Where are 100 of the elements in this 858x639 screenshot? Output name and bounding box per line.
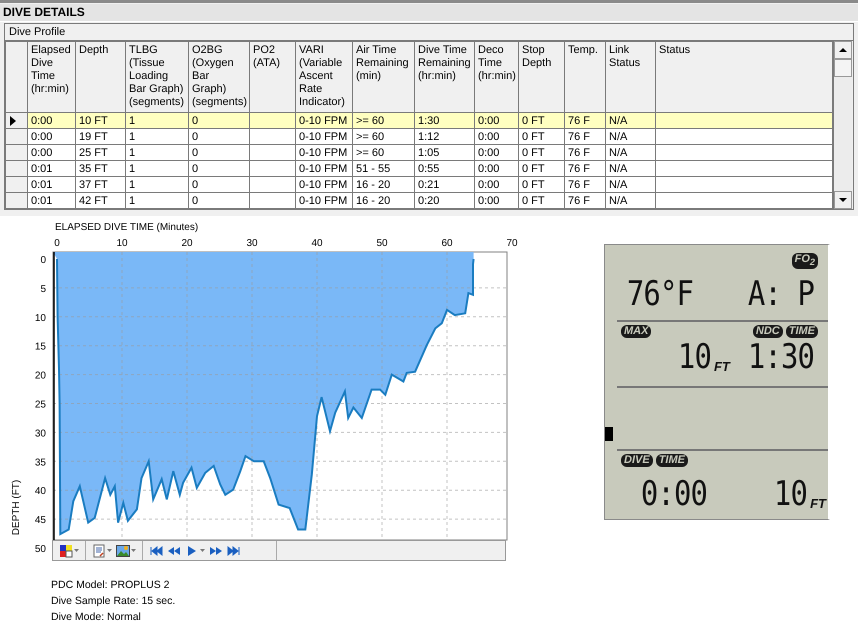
table-cell: 0:00 <box>474 176 518 192</box>
info-text: Dive Sample Rate: 15 sec. <box>51 595 176 608</box>
table-cell: 0:01 <box>28 176 76 192</box>
axis-tick-label: 50 <box>376 238 388 249</box>
table-cell: 51 - 55 <box>352 160 414 176</box>
axis-tick-label: 40 <box>34 486 46 498</box>
axis-title: DEPTH (FT) <box>11 480 22 536</box>
table-cell: 35 FT <box>76 160 126 176</box>
table-cell: >= 60 <box>352 144 414 160</box>
table-cell: N/A <box>606 112 656 128</box>
table-cell: 0 FT <box>518 160 564 176</box>
table-cell: 0 FT <box>518 128 564 144</box>
color-squares-icon <box>59 544 73 558</box>
axis-tick-label: 30 <box>246 238 258 249</box>
axis-tick-label: 50 <box>34 544 46 555</box>
table-cell: 1 <box>126 160 188 176</box>
axis-tick-label: 70 <box>506 238 518 249</box>
table-cell: 0 <box>188 128 250 144</box>
scroll-down-icon[interactable] <box>834 191 852 209</box>
axis-tick-label: 25 <box>34 400 46 410</box>
scroll-thumb[interactable] <box>834 59 852 77</box>
column-header: Air Time Remaining (min) <box>352 42 414 112</box>
table-cell: 0 <box>188 160 250 176</box>
axis-tick-label: 15 <box>34 342 46 353</box>
table-cell: 0-10 FPM <box>296 112 352 128</box>
lcd-badge: FO$_{2}$ <box>792 253 818 270</box>
table-cell: 0-10 FPM <box>296 144 352 160</box>
table-cell: 76 F <box>564 160 606 176</box>
table-cell: 76 F <box>564 192 606 208</box>
axis-tick-label: 30 <box>34 428 46 440</box>
column-header: Stop Depth <box>518 42 564 112</box>
table-cell: 76 F <box>564 128 606 144</box>
table-cell: 0 <box>188 192 250 208</box>
axis-tick-label: 40 <box>311 238 323 249</box>
table-cell: 0-10 FPM <box>296 128 352 144</box>
table-cell: 0:55 <box>414 160 474 176</box>
table-cell: 16 - 20 <box>352 176 414 192</box>
column-header: Temp. <box>564 42 606 112</box>
table-cell: 0 FT <box>518 144 564 160</box>
axis-tick-label: 45 <box>34 515 46 526</box>
axis-tick-label: 0 <box>40 255 46 266</box>
table-cell: >= 60 <box>352 128 414 144</box>
scrollbar[interactable] <box>833 41 852 209</box>
table-cell: 25 FT <box>76 144 126 160</box>
table-cell: 0:21 <box>414 176 474 192</box>
caret-icon <box>131 549 136 552</box>
table-cell: 0:00 <box>28 128 76 144</box>
axis-tick-label: 35 <box>34 457 46 468</box>
column-header: PO2 (ATA) <box>250 42 296 112</box>
skip-to-start-icon <box>149 544 163 558</box>
row-header[interactable] <box>6 112 28 128</box>
table-cell: 0:01 <box>28 160 76 176</box>
info-text: PDC Model: PROPLUS 2 <box>51 579 170 592</box>
table-cell: N/A <box>606 128 656 144</box>
scroll-up-icon[interactable] <box>834 41 852 59</box>
table-cell: 19 FT <box>76 128 126 144</box>
table-cell: 76 F <box>564 176 606 192</box>
lcd-reading: 10 <box>678 340 712 374</box>
column-header: O2BG (Oxygen Bar Graph) (segments) <box>188 42 250 112</box>
table-cell: N/A <box>606 144 656 160</box>
table-cell: 0:00 <box>474 144 518 160</box>
column-header: TLBG (Tissue Loading Bar Graph) (segments) <box>126 42 188 112</box>
lcd-badge: NDC <box>752 325 783 338</box>
lcd-reading: 1:30 <box>748 340 814 374</box>
lcd-badge: TIME <box>786 325 818 338</box>
table-cell: 42 FT <box>76 192 126 208</box>
table-cell: 1 <box>126 176 188 192</box>
table-cell: 0:00 <box>28 144 76 160</box>
table-cell: 0:00 <box>474 128 518 144</box>
table-cell: 0-10 FPM <box>296 160 352 176</box>
skip-to-end-icon <box>227 544 241 558</box>
table-cell: 0 <box>188 176 250 192</box>
table-cell: 1:30 <box>414 112 474 128</box>
table-cell: N/A <box>606 176 656 192</box>
column-header: Link Status <box>606 42 656 112</box>
lcd-unit: FT <box>714 359 730 374</box>
panel-title: DIVE DETAILS <box>0 4 858 22</box>
column-header: Elapsed Dive Time (hr:min) <box>28 42 76 112</box>
table-cell: 0:01 <box>28 192 76 208</box>
axis-tick-label: 20 <box>181 238 193 249</box>
table-cell: 0 FT <box>518 112 564 128</box>
caret-icon <box>74 549 79 552</box>
table-cell: 16 - 20 <box>352 192 414 208</box>
axis-tick-label: 20 <box>34 370 46 382</box>
axis-tick-label: 10 <box>34 312 46 324</box>
table-cell: 1 <box>126 144 188 160</box>
axis-tick-label: 5 <box>40 284 46 295</box>
table-cell: 0 FT <box>518 176 564 192</box>
column-header: Status <box>656 42 832 112</box>
table-cell: N/A <box>606 192 656 208</box>
table-cell: 0 FT <box>518 192 564 208</box>
lcd-segment-icon <box>605 427 613 441</box>
table-cell: 76 F <box>564 144 606 160</box>
lcd-badge: DIVE <box>621 454 653 468</box>
table-cell: 0:00 <box>474 192 518 208</box>
lcd-unit: FT <box>810 496 826 512</box>
table-cell: 0:00 <box>474 112 518 128</box>
caret-icon <box>200 549 205 552</box>
lcd-reading: A: P <box>748 277 814 312</box>
column-header: Dive Time Remaining (hr:min) <box>414 42 474 112</box>
